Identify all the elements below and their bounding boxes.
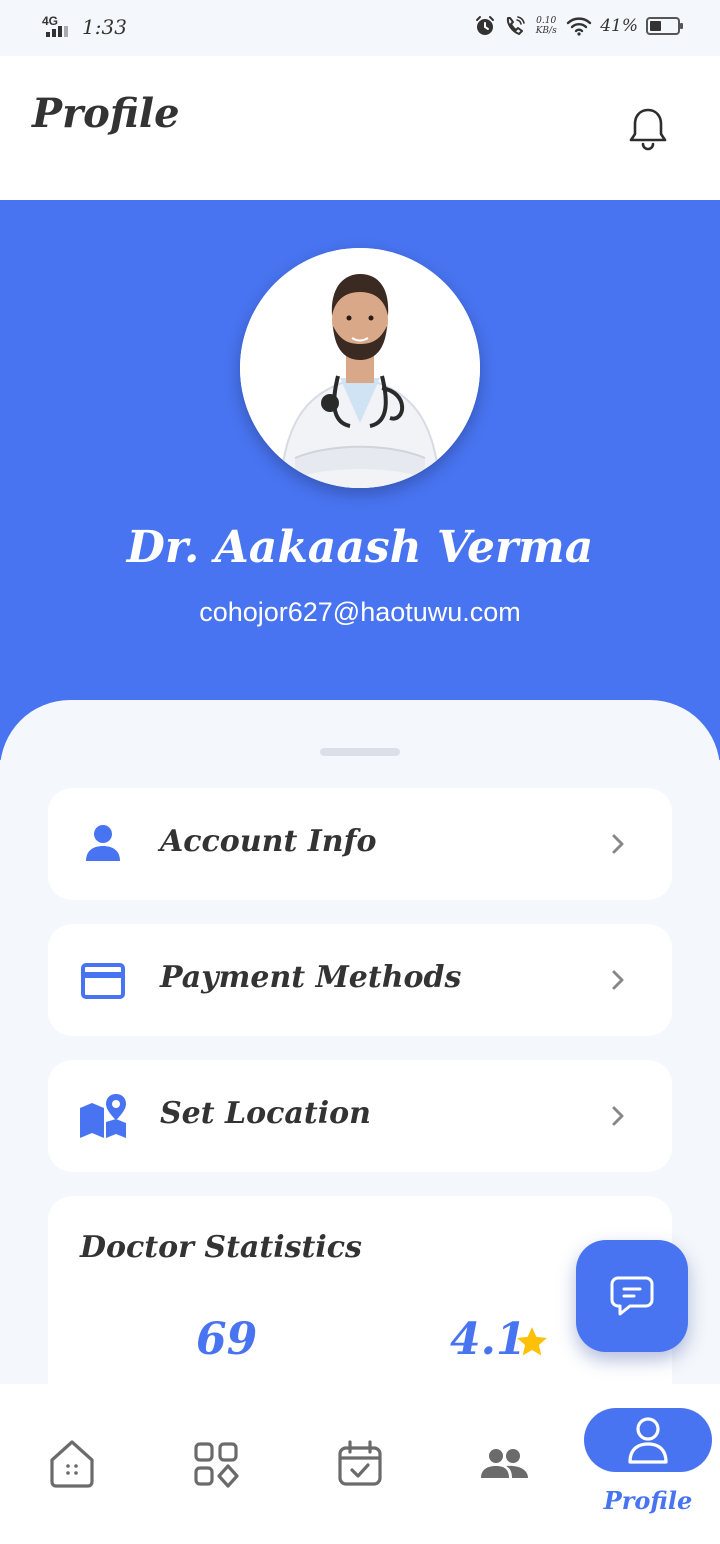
signal-icon: 4G bbox=[42, 14, 76, 40]
alarm-icon bbox=[476, 16, 495, 35]
doctor-name: Dr. Aakaash Verma bbox=[126, 522, 594, 573]
page-title: Profile bbox=[32, 90, 180, 137]
chat-fab-button[interactable] bbox=[576, 1240, 688, 1352]
battery-fill bbox=[650, 21, 661, 31]
star-icon bbox=[517, 1327, 547, 1356]
app-header: Profile bbox=[0, 56, 720, 200]
chevron-right-icon bbox=[612, 970, 624, 990]
profile-icon bbox=[628, 1417, 668, 1464]
wifi-call-icon bbox=[507, 16, 526, 35]
profile-hero: Dr. Aakaash Verma cohojor627@haotuwu.com bbox=[0, 200, 720, 760]
bell-icon[interactable] bbox=[626, 104, 670, 152]
map-pin-icon bbox=[80, 1094, 126, 1138]
doctor-avatar[interactable] bbox=[240, 248, 480, 488]
chevron-right-icon bbox=[612, 834, 624, 854]
network-speed: 0.10 KB/s bbox=[534, 16, 558, 36]
battery-icon bbox=[646, 17, 683, 35]
person-icon bbox=[86, 825, 120, 861]
menu-item-payment-methods[interactable]: Payment Methods bbox=[48, 924, 672, 1036]
apps-grid-icon[interactable] bbox=[188, 1436, 244, 1492]
status-right: 0.10 KB/s 41% bbox=[474, 15, 683, 37]
menu-item-account-info[interactable]: Account Info bbox=[48, 788, 672, 900]
status-time: 1:33 bbox=[82, 15, 127, 39]
stats-title: Doctor Statistics bbox=[80, 1230, 362, 1265]
chevron-right-icon bbox=[612, 1106, 624, 1126]
speed-value: 0.10 bbox=[536, 16, 557, 26]
status-left: 4G 1:33 bbox=[42, 14, 127, 40]
status-bar: 4G 1:33 0.10 KB/s 41% bbox=[0, 0, 720, 56]
wifi-icon bbox=[567, 17, 592, 36]
bottom-nav: Profile bbox=[0, 1384, 720, 1544]
home-icon[interactable] bbox=[44, 1436, 100, 1492]
battery-percent: 41% bbox=[600, 16, 638, 36]
menu-label: Set Location bbox=[160, 1096, 371, 1131]
menu-label: Payment Methods bbox=[160, 960, 462, 995]
sheet-handle[interactable] bbox=[320, 748, 400, 756]
nav-profile-button[interactable] bbox=[584, 1408, 712, 1472]
doctor-email: cohojor627@haotuwu.com bbox=[199, 597, 521, 627]
menu-item-set-location[interactable]: Set Location bbox=[48, 1060, 672, 1172]
nav-profile-label: Profile bbox=[603, 1486, 693, 1515]
doctor-photo bbox=[240, 248, 480, 488]
stat-patients-value: 69 bbox=[196, 1314, 258, 1365]
chat-icon bbox=[610, 1276, 654, 1316]
menu-label: Account Info bbox=[160, 824, 377, 859]
calendar-check-icon[interactable] bbox=[332, 1436, 388, 1492]
speed-unit: KB/s bbox=[535, 26, 557, 36]
credit-card-icon bbox=[81, 963, 125, 999]
people-icon[interactable] bbox=[476, 1436, 532, 1492]
